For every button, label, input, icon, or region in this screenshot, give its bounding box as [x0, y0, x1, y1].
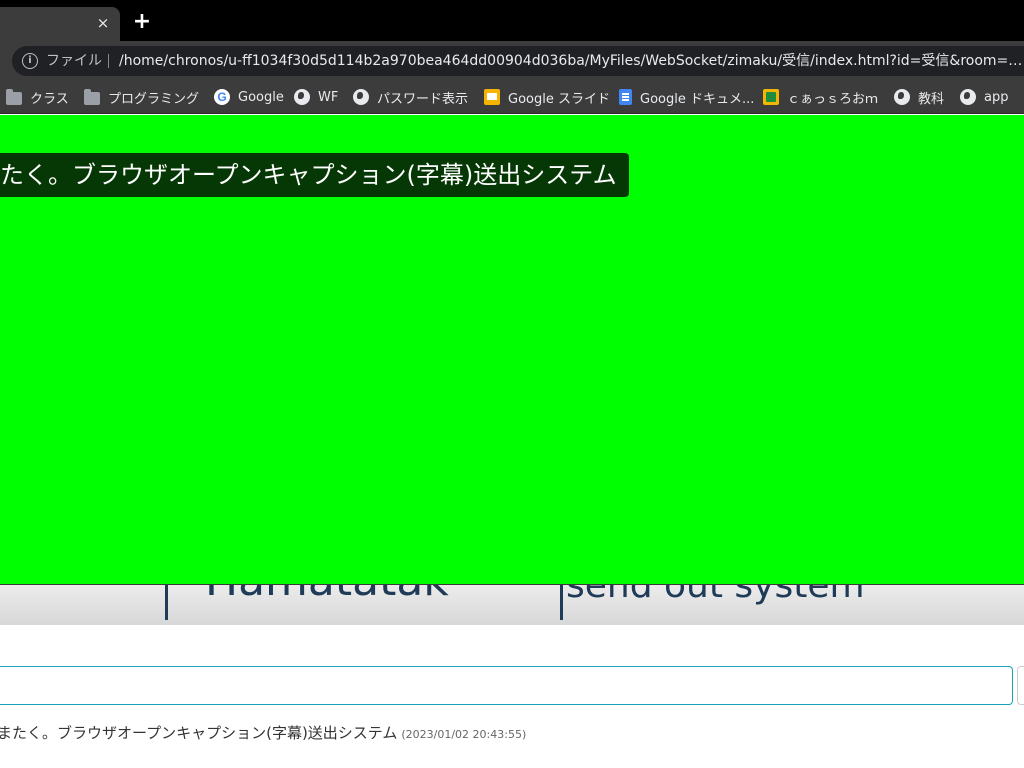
docs-icon — [619, 89, 632, 105]
globe-icon — [353, 89, 369, 105]
bookmark-password[interactable]: パスワード表示 — [353, 88, 469, 107]
send-button[interactable] — [1017, 666, 1024, 705]
bookmark-label: Google — [238, 89, 284, 105]
bookmark-app[interactable]: app — [960, 88, 1008, 106]
page-content: Hamatatak send out system またく。ブラウザオープンキャ… — [0, 115, 1024, 768]
browser-toolbar: i ファイル /home/chronos/u-ff1034f30d5d114b2… — [0, 41, 1024, 81]
caption-display: たく。ブラウザオープンキャプション(字幕)送出システム — [0, 153, 629, 197]
bookmark-subjects[interactable]: 教科 — [894, 88, 945, 107]
bookmarks-bar: クラス プログラミング G Google WF パスワード表示 Google ス… — [0, 81, 1024, 114]
bookmark-label: WF — [318, 89, 339, 105]
tab-strip: × + — [0, 0, 1024, 41]
bookmark-google-docs[interactable]: Google ドキュメ... — [619, 88, 755, 107]
omnibox-divider — [108, 54, 109, 68]
bookmark-label: クラス — [30, 91, 69, 107]
bookmark-label: Google スライド — [508, 91, 610, 107]
globe-icon — [894, 89, 910, 105]
classroom-icon — [763, 89, 779, 105]
bookmark-label: プログラミング — [108, 91, 200, 107]
address-bar[interactable]: i ファイル /home/chronos/u-ff1034f30d5d114b2… — [12, 46, 1024, 76]
close-tab-icon[interactable]: × — [94, 14, 112, 32]
bookmark-google-slides[interactable]: Google スライド — [484, 88, 610, 107]
folder-icon — [84, 88, 100, 105]
url-text[interactable]: /home/chronos/u-ff1034f30d5d114b2a970bea… — [119, 52, 1024, 70]
bookmark-label: Google ドキュメ... — [640, 91, 755, 107]
caption-input[interactable] — [0, 666, 1013, 705]
bookmark-wf[interactable]: WF — [294, 88, 338, 106]
bookmark-label: 教科 — [918, 91, 945, 107]
globe-icon — [960, 89, 976, 105]
bookmark-label: パスワード表示 — [377, 91, 469, 107]
folder-icon — [6, 88, 22, 105]
google-icon: G — [214, 89, 230, 105]
log-text: またく。ブラウザオープンキャプション(字幕)送出システム — [0, 724, 398, 742]
bookmark-classroom[interactable]: ｃぁっｓろおｍ — [763, 88, 879, 107]
bookmark-label: ｃぁっｓろおｍ — [787, 91, 879, 107]
bookmark-folder-programming[interactable]: プログラミング — [84, 88, 200, 107]
chroma-key-overlay: たく。ブラウザオープンキャプション(字幕)送出システム — [0, 115, 1024, 585]
bookmark-label: app — [984, 89, 1009, 105]
caption-log-entry: またく。ブラウザオープンキャプション(字幕)送出システム (2023/01/02 … — [0, 722, 526, 743]
bookmark-google[interactable]: G Google — [214, 88, 284, 106]
browser-tab[interactable]: × — [0, 7, 120, 41]
globe-icon — [294, 89, 310, 105]
slides-icon — [484, 89, 500, 105]
info-icon[interactable]: i — [22, 53, 38, 69]
new-tab-button[interactable]: + — [130, 10, 154, 34]
bookmark-folder-class[interactable]: クラス — [6, 88, 69, 107]
log-timestamp: (2023/01/02 20:43:55) — [401, 728, 527, 741]
file-scheme-label: ファイル — [46, 53, 102, 69]
